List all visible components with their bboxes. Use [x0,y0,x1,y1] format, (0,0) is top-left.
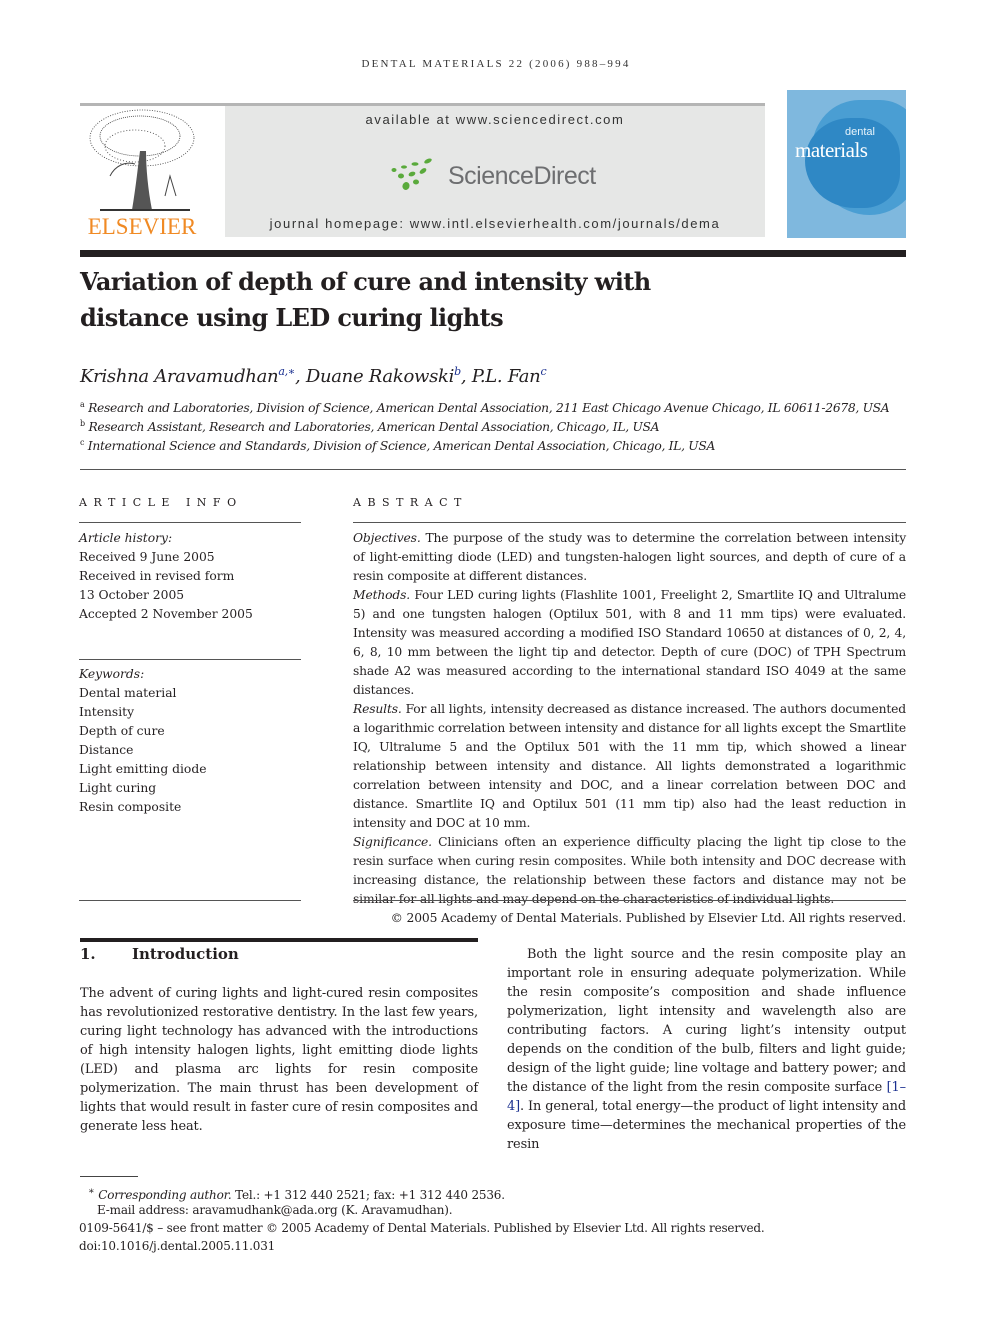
abstract-section: Results. For all lights, intensity decre… [353,700,906,833]
history-item: Received in revised form [79,569,235,583]
author-name[interactable]: Krishna Aravamudhan [80,366,279,387]
paragraph-text: Both the light source and the resin comp… [507,947,906,1095]
author-name[interactable]: P.L. Fan [472,366,541,387]
cover-title-line2: materials [795,138,868,162]
affiliation-text: Research and Laboratories, Division of S… [88,401,890,416]
section-rule [80,938,478,942]
keywords-label: Keywords: [79,665,144,684]
history-label-text: Article history: [79,531,173,545]
author-separator: , [294,366,306,387]
affiliation: b Research Assistant, Research and Labor… [80,419,660,435]
history-label: Article history: [79,529,172,548]
title-line: distance using LED curing lights [80,303,504,332]
footnote-rule [80,1176,138,1177]
abstract-section-text: Four LED curing lights (Flashlite 1001, … [353,588,906,697]
abstract-bottom-rule [353,900,906,901]
paragraph-text: . In general, total energy—the product o… [507,1099,906,1152]
section-heading: 1. Introduction [80,945,239,963]
abstract-body: Objectives. The purpose of the study was… [353,529,906,928]
footnote-mark: ∗ [88,1186,95,1197]
section-title: Introduction [132,945,239,963]
elsevier-wordmark: ELSEVIER [87,214,197,239]
body-column-right: Both the light source and the resin comp… [507,945,906,1154]
article-info-bottom-rule [79,900,301,901]
doi-link[interactable]: doi:10.1016/j.dental.2005.11.031 [79,1237,275,1255]
affiliation: c International Science and Standards, D… [80,438,715,453]
abstract-section: Objectives. The purpose of the study was… [353,529,906,586]
journal-cover[interactable]: dental materials [787,90,906,238]
cover-title-line1: dental [845,126,875,138]
affiliation-text: International Science and Standards, Div… [87,439,716,454]
keyword: Depth of cure [79,724,165,738]
affiliation-key: a [80,400,85,409]
elsevier-logo[interactable]: ELSEVIER [80,106,204,240]
footnote-label: Corresponding author. [98,1188,232,1202]
author-separator: , [460,366,472,387]
available-at-link[interactable]: available at www.sciencedirect.com [225,112,765,127]
author-affiliation-mark[interactable]: b [454,365,461,378]
abstract-section: Significance. Clinicians often an experi… [353,833,906,909]
title-rule [80,250,906,257]
section-number: 1. [80,945,96,963]
abstract-heading: ABSTRACT [353,496,468,509]
affiliation-text: Research Assistant, Research and Laborat… [88,420,660,435]
article-info-rule [79,522,301,523]
affiliation-rule [80,469,906,470]
author-name[interactable]: Duane Rakowski [306,366,455,387]
keyword: Light emitting diode [79,762,207,776]
sciencedirect-logo[interactable]: ScienceDirect [390,156,596,196]
abstract-section-label: Results. [353,702,402,716]
body-column-left: The advent of curing lights and light-cu… [80,984,478,1136]
keywords-label-text: Keywords: [79,667,145,681]
article-title: Variation of depth of cure and intensity… [80,264,780,336]
abstract-copyright: © 2005 Academy of Dental Materials. Publ… [390,911,906,925]
abstract-section-text: For all lights, intensity decreased as d… [353,702,906,830]
elsevier-tree-icon [89,109,195,211]
author-affiliation-mark[interactable]: a,∗ [278,365,295,378]
keyword: Dental material [79,686,177,700]
keyword: Resin composite [79,800,182,814]
abstract-section-label: Objectives. [353,531,421,545]
affiliation: a Research and Laboratories, Division of… [80,400,890,416]
journal-homepage-link[interactable]: journal homepage: www.intl.elsevierhealt… [225,216,765,231]
keywords-rule [79,659,301,660]
affiliation-key: c [80,438,85,447]
paragraph: The advent of curing lights and light-cu… [80,986,478,1134]
running-head: dental materials 22 (2006) 988–994 [361,58,631,70]
author-list: Krishna Aravamudhana,∗, Duane Rakowskib,… [80,365,547,387]
history-item: Received 9 June 2005 [79,550,215,564]
sciencedirect-banner: available at www.sciencedirect.com Scien… [225,106,765,237]
keyword: Distance [79,743,134,757]
abstract-section-text: The purpose of the study was to determin… [353,531,906,583]
email-note[interactable]: E-mail address: aravamudhank@ada.org (K.… [97,1201,453,1219]
abstract-section-label: Methods. [353,588,411,602]
history-item: 13 October 2005 [79,588,185,602]
article-info-heading: ARTICLE INFO [79,496,243,509]
abstract-section: Methods. Four LED curing lights (Flashli… [353,586,906,700]
front-matter-note: 0109-5641/$ – see front matter © 2005 Ac… [79,1221,765,1235]
author-affiliation-mark[interactable]: c [540,365,546,378]
abstract-section-text: Clinicians often an experience difficult… [353,835,906,906]
abstract-rule [353,522,906,523]
paragraph: Both the light source and the resin comp… [507,945,906,1154]
abstract-section-label: Significance. [353,835,432,849]
sciencedirect-wordmark: ScienceDirect [448,161,596,190]
keyword: Light curing [79,781,157,795]
keyword: Intensity [79,705,135,719]
affiliation-key: b [80,419,85,428]
history-item: Accepted 2 November 2005 [79,607,253,621]
footnote-text: Tel.: +1 312 440 2521; fax: +1 312 440 2… [231,1188,505,1202]
sciencedirect-dots-icon [391,158,432,190]
title-line: Variation of depth of cure and intensity… [80,267,651,296]
